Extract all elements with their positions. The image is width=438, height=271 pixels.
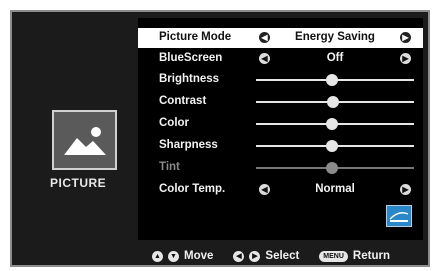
menu-row-label: Tint	[159, 161, 180, 173]
slider-handle[interactable]	[325, 162, 338, 174]
settings-panel: Picture Mode ◀ Energy Saving ▶ BlueScreen ◀ Of…	[138, 18, 423, 240]
slider-track[interactable]	[256, 162, 414, 174]
category-tile	[52, 110, 117, 170]
menu-row-label: Color Temp.	[159, 183, 226, 195]
menu-row-color-temp[interactable]: Color Temp. ◀ Normal ▶	[138, 180, 423, 200]
slider-handle[interactable]	[325, 74, 338, 86]
up-arrow-icon: ▲	[152, 250, 163, 262]
slider-track[interactable]	[256, 140, 414, 152]
picture-icon	[63, 127, 106, 155]
menu-row-value: Off	[326, 52, 344, 64]
right-arrow-icon[interactable]: ▶	[400, 184, 411, 195]
slider-track[interactable]	[256, 74, 414, 86]
menu-row-label: BlueScreen	[159, 52, 223, 64]
menu-row-sharpness[interactable]: Sharpness	[138, 136, 423, 156]
menu-row-contrast[interactable]: Contrast	[138, 92, 423, 112]
menu-row-label: Contrast	[159, 95, 207, 107]
slider-handle[interactable]	[325, 140, 338, 152]
down-arrow-icon: ▼	[168, 250, 179, 262]
category-label: PICTURE	[50, 176, 107, 190]
menu-button-icon: MENU	[319, 250, 348, 262]
right-arrow-icon: ▶	[249, 250, 261, 262]
right-arrow-icon[interactable]: ▶	[400, 53, 411, 64]
menu-row-tint[interactable]: Tint	[138, 158, 423, 178]
footer-hints: ▲ ▼ Move ◀ ▶ Select MENU Return	[152, 248, 390, 264]
move-hint: Move	[184, 250, 214, 262]
menu-row-bluescreen[interactable]: BlueScreen ◀ Off ▶	[138, 49, 423, 69]
slider-track[interactable]	[256, 96, 414, 108]
left-arrow-icon[interactable]: ◀	[259, 184, 270, 195]
select-hint: Select	[265, 250, 300, 262]
menu-row-color[interactable]: Color	[138, 114, 423, 134]
slider-handle[interactable]	[325, 118, 338, 130]
menu-row-value: Normal	[315, 183, 355, 195]
menu-row-label: Picture Mode	[159, 31, 232, 43]
slider-track[interactable]	[256, 118, 414, 130]
menu-row-picture-mode[interactable]: Picture Mode ◀ Energy Saving ▶	[138, 28, 423, 48]
energy-star-logo	[389, 212, 409, 222]
left-arrow-icon[interactable]: ◀	[259, 32, 270, 43]
menu-row-value: Energy Saving	[295, 31, 375, 43]
menu-row-brightness[interactable]: Brightness	[138, 70, 423, 90]
slider-handle[interactable]	[327, 96, 340, 108]
left-arrow-icon: ◀	[233, 250, 245, 262]
left-arrow-icon[interactable]: ◀	[259, 53, 270, 64]
menu-row-label: Brightness	[159, 73, 220, 85]
right-arrow-icon[interactable]: ▶	[400, 32, 411, 43]
return-hint: Return	[352, 250, 390, 262]
energy-star-icon	[386, 205, 412, 227]
menu-row-label: Sharpness	[159, 139, 218, 151]
menu-row-label: Color	[159, 117, 190, 129]
